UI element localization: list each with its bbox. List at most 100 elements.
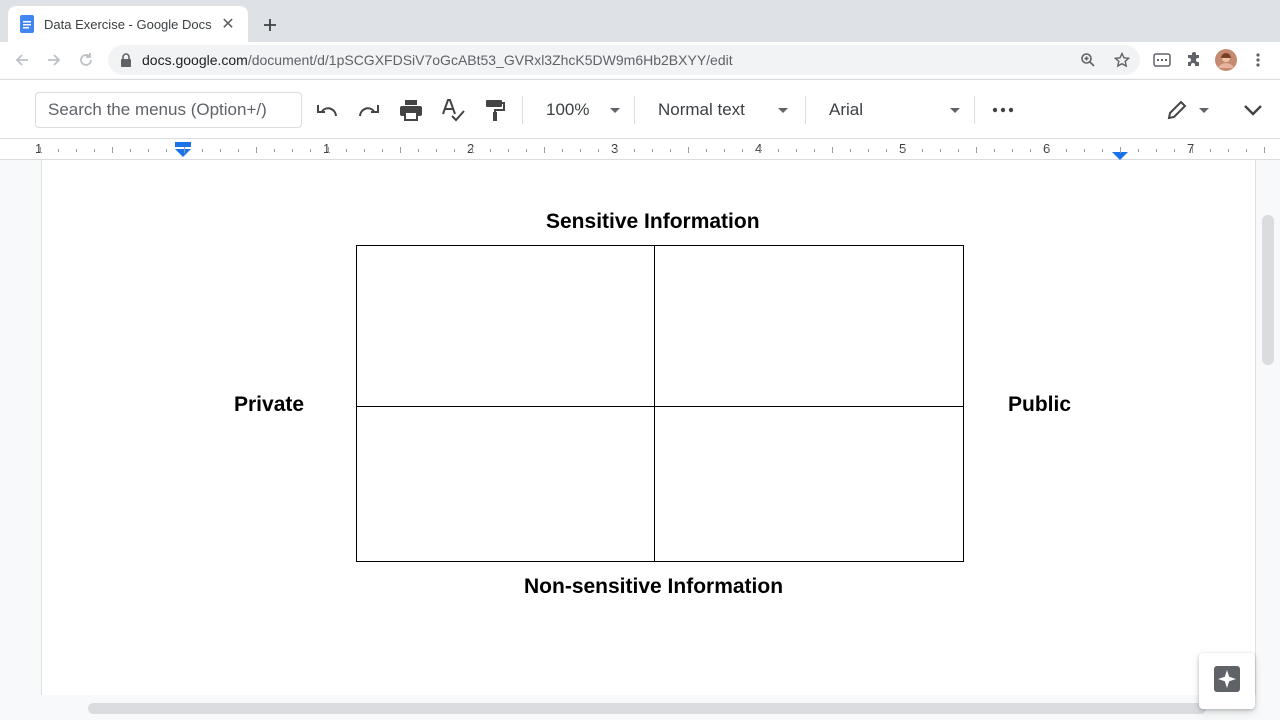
ruler-tick [508,149,509,152]
back-icon[interactable] [8,46,36,74]
ruler-tick [778,149,779,152]
quadrant-bottom-right[interactable] [655,407,963,561]
ruler-label: 2 [467,141,475,156]
ruler-tick [1120,147,1121,153]
ruler-tick [184,147,185,153]
horizontal-scrollbar[interactable] [88,703,1206,714]
browser-menu-icon[interactable] [1244,46,1272,74]
zoom-icon[interactable] [1076,48,1100,72]
extension-icon[interactable] [1148,46,1176,74]
chevron-down-icon[interactable] [1199,108,1209,113]
ruler-tick [940,149,941,152]
ruler-tick [796,149,797,152]
new-tab-icon[interactable] [258,13,282,37]
ruler-tick [310,149,311,152]
browser-tabstrip: Data Exercise - Google Docs ✕ [0,0,1280,42]
ruler-tick [364,149,365,152]
ruler-tick [292,149,293,152]
ruler-tick [1048,147,1049,153]
explore-button[interactable] [1199,653,1255,709]
vertical-scrollbar[interactable] [1262,215,1274,365]
ruler-label: 4 [755,141,763,156]
paint-format-icon[interactable] [480,95,510,125]
more-options-icon[interactable] [988,95,1018,125]
ruler[interactable]: 1 1 2 3 4 5 6 7 [0,139,1280,160]
chevron-down-icon [950,107,960,113]
document-page[interactable]: Sensitive Information Private Public Non… [41,160,1256,695]
grid-divider [357,406,963,407]
chevron-down-icon [778,107,788,113]
ruler-tick [454,149,455,152]
ruler-tick [1156,149,1157,152]
quadrant-grid[interactable] [356,245,964,562]
toolbar-divider [522,96,523,124]
ruler-tick [850,149,851,152]
ruler-tick [130,149,131,152]
ruler-label: 7 [1187,141,1195,156]
url-text: docs.google.com/document/d/1pSCGXFDSiV7o… [142,52,733,68]
print-icon[interactable] [396,95,426,125]
font-dropdown[interactable]: Arial [829,95,963,125]
spellcheck-icon[interactable] [438,95,468,125]
search-menus-input[interactable]: Search the menus (Option+/) [35,92,302,128]
toolbar-divider [974,96,975,124]
avatar[interactable] [1212,46,1240,74]
ruler-tick [220,149,221,152]
ruler-label: 1 [35,141,43,156]
ruler-tick [94,149,95,152]
quadrant-bottom-left[interactable] [357,407,654,561]
ruler-tick [904,147,905,153]
ruler-tick [472,147,473,153]
lock-icon[interactable] [120,53,134,67]
hide-menus-chevron-icon[interactable] [1238,95,1268,125]
ruler-tick [832,147,833,153]
ruler-tick [616,147,617,153]
editing-mode-pencil-icon[interactable] [1162,95,1192,125]
reload-icon[interactable] [72,46,100,74]
ruler-tick [742,149,743,152]
ruler-tick [760,147,761,153]
ruler-tick [976,147,977,153]
ruler-tick [166,149,167,152]
style-dropdown[interactable]: Normal text [658,95,792,125]
ruler-tick [1246,149,1247,152]
close-tab-icon[interactable]: ✕ [218,14,238,34]
ruler-tick [1030,149,1031,152]
ruler-tick [256,147,257,153]
ruler-tick [1012,149,1013,152]
google-docs-icon [20,15,34,33]
chevron-down-icon [610,107,620,113]
font-value: Arial [829,100,864,119]
ruler-tick [886,149,887,152]
ruler-tick [580,149,581,152]
redo-icon[interactable] [354,95,384,125]
ruler-tick [724,149,725,152]
ruler-tick [58,149,59,152]
ruler-tick [1264,147,1265,153]
undo-icon[interactable] [312,95,342,125]
ruler-tick [994,149,995,152]
ruler-tick [112,147,113,153]
browser-tab[interactable]: Data Exercise - Google Docs ✕ [8,6,248,42]
ruler-tick [1192,147,1193,153]
ruler-tick [418,149,419,152]
ruler-tick [598,149,599,152]
left-axis-label: Private [234,393,305,416]
ruler-tick [922,149,923,152]
address-bar[interactable]: docs.google.com/document/d/1pSCGXFDSiV7o… [108,45,1140,75]
tab-title: Data Exercise - Google Docs [44,16,212,32]
zoom-value: 100% [546,100,590,119]
style-value: Normal text [658,100,745,119]
docs-toolbar: Search the menus (Option+/) 100% Normal … [0,79,1280,139]
toolbar-divider [634,96,635,124]
bookmark-star-icon[interactable] [1110,48,1134,72]
ruler-tick [40,147,41,153]
puzzle-icon[interactable] [1180,46,1208,74]
quadrant-top-right[interactable] [655,246,963,406]
forward-icon[interactable] [40,46,68,74]
ruler-label: 6 [1043,141,1051,156]
quadrant-top-left[interactable] [357,246,654,406]
bottom-axis-label: Non-sensitive Information [524,575,784,598]
zoom-dropdown[interactable]: 100% [546,95,626,125]
ruler-tick [688,147,689,153]
